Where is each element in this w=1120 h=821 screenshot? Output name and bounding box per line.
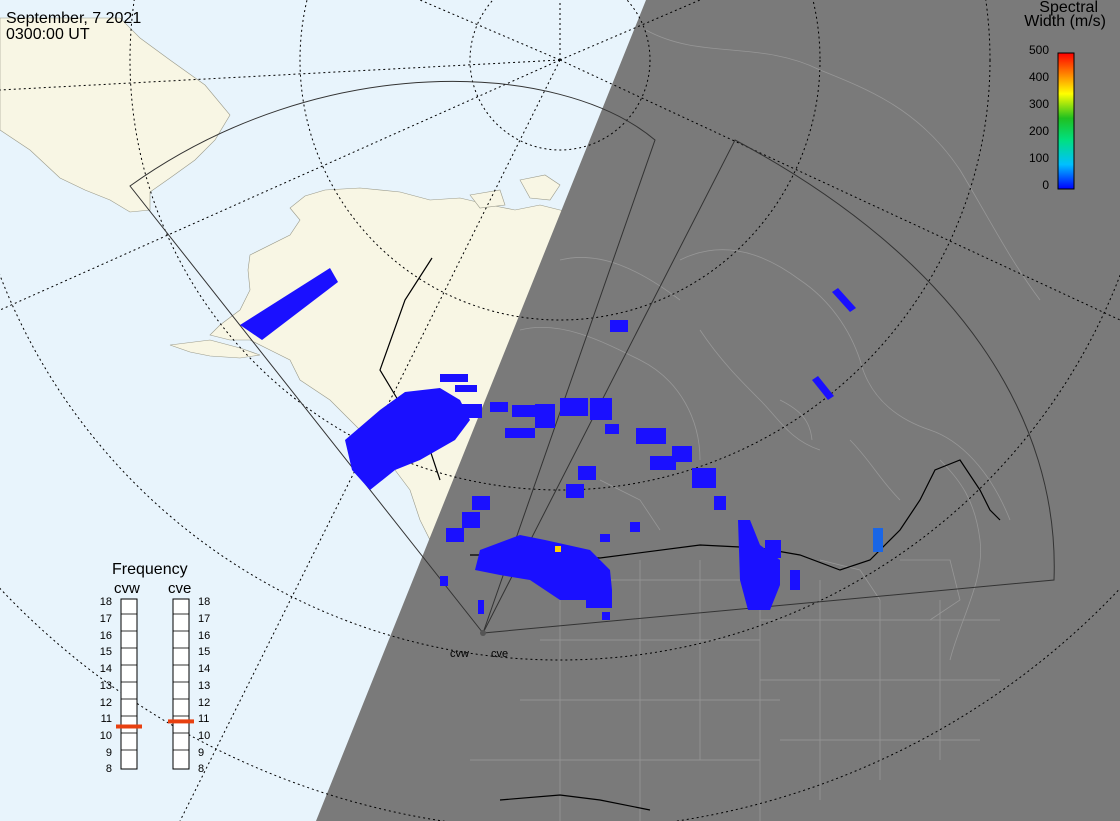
frequency-scale-right: 15	[198, 646, 211, 658]
colorbar-tick: 200	[1028, 124, 1049, 138]
radar-map	[0, 0, 1120, 821]
frequency-radar-cve: cve	[168, 580, 192, 597]
colorbar-tick: 400	[1028, 70, 1049, 84]
colorbar-title-line2: Width (m/s)	[1024, 13, 1106, 30]
frequency-scale-left: 9	[105, 747, 112, 759]
frequency-scale-left: 8	[105, 763, 112, 775]
frequency-radar-cvw: cvw	[114, 580, 140, 597]
frequency-scale-right: 18	[198, 596, 211, 608]
colorbar-tick: 500	[1028, 43, 1049, 57]
site-label-cvw: cvw	[450, 648, 469, 660]
frequency-scale-right: 17	[198, 613, 211, 625]
time-label: 0300:00 UT	[6, 26, 90, 43]
frequency-scale-left: 12	[99, 697, 112, 709]
colorbar-tick: 100	[1028, 151, 1049, 165]
echo-quebec	[873, 528, 883, 552]
frequency-scale-right: 10	[198, 730, 211, 742]
frequency-scale-left: 16	[99, 630, 112, 642]
colorbar-tick: 0	[1042, 178, 1049, 192]
frequency-title: Frequency	[112, 561, 188, 578]
echo-high-width	[555, 546, 561, 552]
frequency-scale-left: 18	[99, 596, 112, 608]
frequency-scale-right: 13	[198, 680, 211, 692]
frequency-scale-left: 14	[99, 663, 112, 675]
frequency-scale-left: 11	[100, 713, 112, 725]
frequency-scale-right: 16	[198, 630, 211, 642]
cvw-frequency-marker	[116, 724, 142, 729]
frequency-scale-right: 11	[198, 713, 210, 725]
frequency-scale-right: 8	[198, 763, 205, 775]
frequency-scale-left: 17	[99, 613, 112, 625]
radar-site-marker	[480, 630, 486, 636]
frequency-scale-right: 12	[198, 697, 211, 709]
frequency-scale-left: 13	[99, 680, 112, 692]
frequency-scale-right: 9	[198, 747, 205, 759]
cve-frequency-marker	[168, 719, 194, 724]
colorbar	[1057, 52, 1075, 190]
frequency-scale-left: 15	[99, 646, 112, 658]
cvw-frequency-box	[120, 598, 138, 770]
site-label-cve: cve	[491, 648, 509, 660]
cve-frequency-box	[172, 598, 190, 770]
frequency-scale-right: 14	[198, 663, 211, 675]
frequency-scale-left: 10	[99, 730, 112, 742]
colorbar-tick: 300	[1028, 97, 1049, 111]
date-label: September, 7 2021	[6, 10, 142, 27]
